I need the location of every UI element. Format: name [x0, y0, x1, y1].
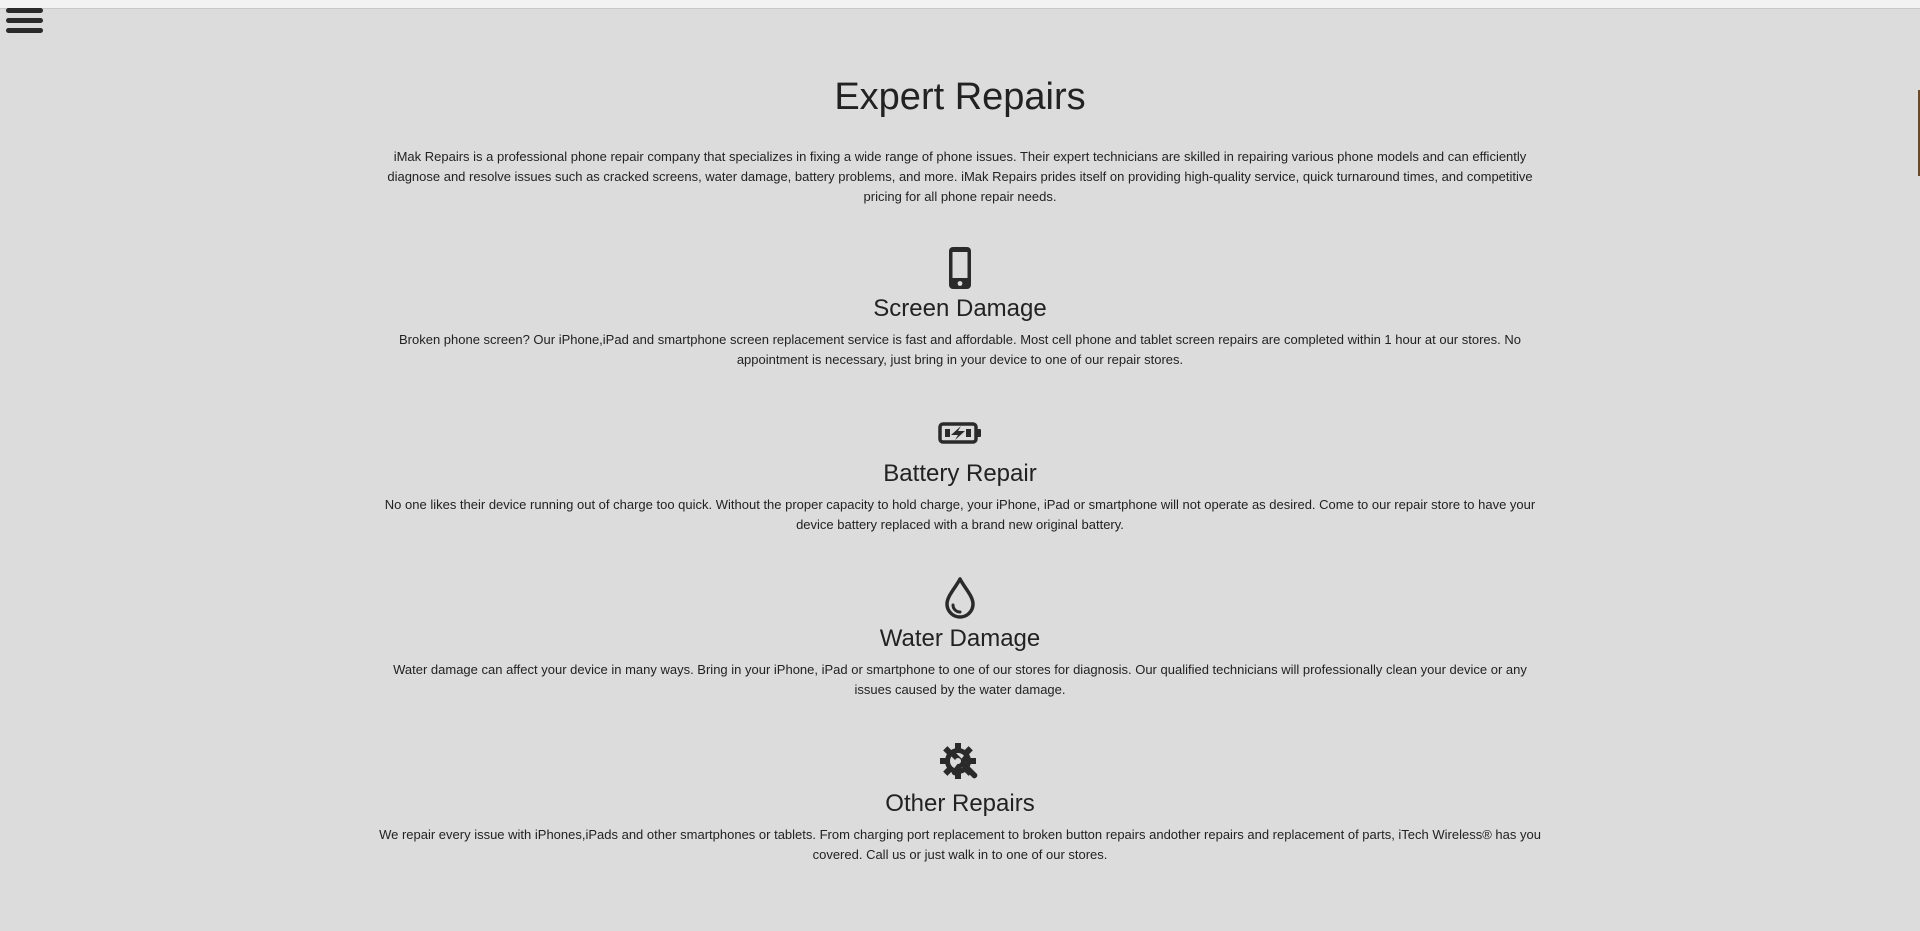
service-title: Screen Damage — [873, 295, 1047, 322]
page-title: Expert Repairs — [834, 76, 1086, 118]
service-title: Water Damage — [879, 625, 1041, 652]
service-description: Broken phone screen? Our iPhone,iPad and… — [398, 332, 1521, 367]
gear-wrench-icon — [940, 743, 978, 779]
service-description: Water damage can affect your device in m… — [393, 662, 1527, 697]
service-description: No one likes their device running out of… — [384, 497, 1536, 532]
service-water-damage: Water Damage Water damage can affect you… — [375, 576, 1545, 700]
service-other-repairs: Other Repairs We repair every issue with… — [375, 741, 1545, 865]
service-screen-damage: Screen Damage Broken phone screen? Our i… — [375, 246, 1545, 370]
menu-line — [6, 18, 43, 23]
hamburger-menu-icon[interactable] — [6, 8, 44, 34]
top-bar — [0, 0, 1920, 9]
water-drop-icon — [945, 577, 975, 619]
intro-paragraph: iMak Repairs is a professional phone rep… — [387, 149, 1533, 204]
battery-charging-icon — [938, 422, 981, 444]
service-title: Battery Repair — [883, 460, 1037, 487]
service-description: We repair every issue with iPhones,iPads… — [379, 827, 1541, 862]
service-battery-repair: Battery Repair No one likes their device… — [375, 411, 1545, 535]
mobile-phone-icon — [949, 247, 971, 289]
service-title: Other Repairs — [885, 790, 1035, 817]
menu-line — [6, 8, 43, 13]
menu-line — [6, 28, 43, 33]
